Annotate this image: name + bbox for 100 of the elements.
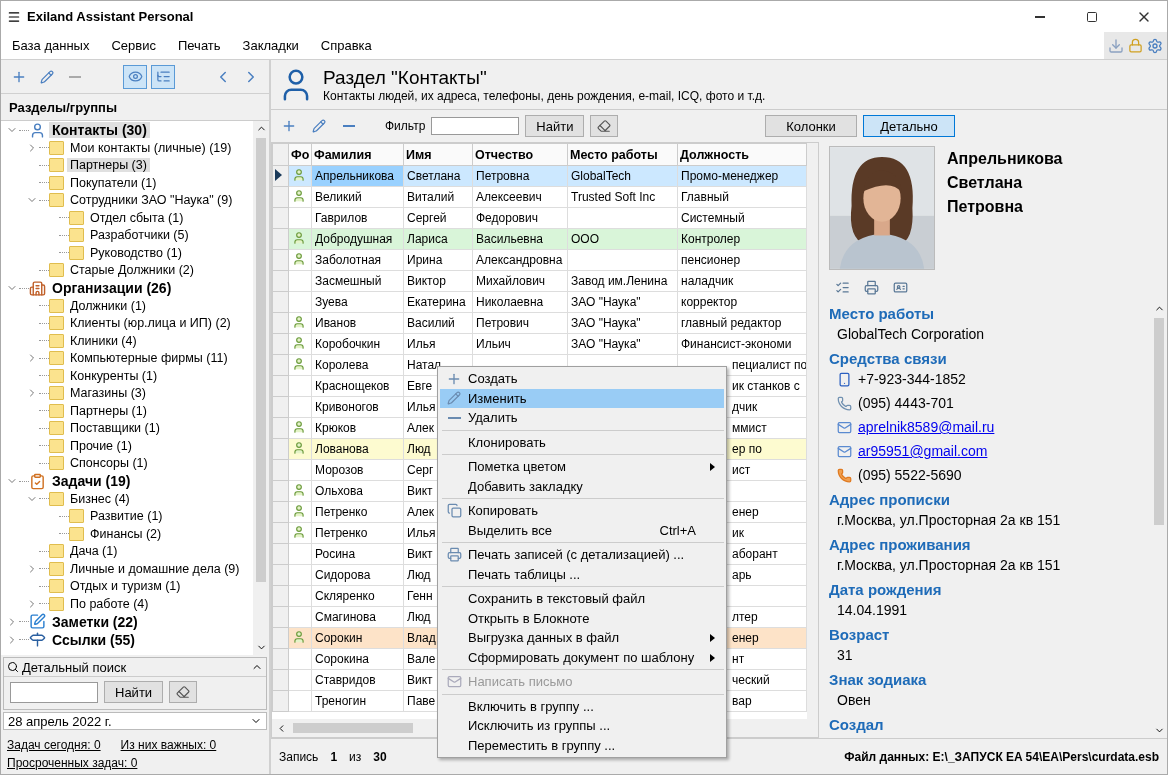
- table-cell: Ставридов: [311, 669, 404, 691]
- table-row[interactable]: Апрельникова Светлана Петровна GlobalTech Промо-менеджер: [272, 165, 807, 187]
- filter-field[interactable]: [431, 117, 520, 135]
- column-header[interactable]: Имя: [403, 143, 473, 166]
- tree-item[interactable]: Покупатели (1): [67, 175, 160, 190]
- tree-item[interactable]: Разработчики (5): [87, 228, 192, 243]
- scrollbar[interactable]: [253, 121, 269, 655]
- field-value: Овен: [837, 692, 871, 708]
- table-row[interactable]: Гаврилов Сергей Федорович Системный: [272, 207, 807, 229]
- tree-item[interactable]: Конкуренты (1): [67, 368, 161, 383]
- view-button[interactable]: Детально: [863, 115, 955, 137]
- tree-item[interactable]: Отдел сбыта (1): [87, 210, 187, 225]
- menu-item[interactable]: Сервис: [100, 38, 167, 53]
- email-link[interactable]: ar95951@gmail.com: [858, 443, 988, 459]
- table-cell: Петрович: [472, 312, 568, 334]
- tree-item[interactable]: Партнеры (1): [67, 403, 150, 418]
- view-button[interactable]: Колонки: [765, 115, 857, 137]
- settings-icon[interactable]: [1147, 37, 1163, 54]
- table-cell: Смагинова: [311, 606, 404, 628]
- menu-item[interactable]: Клонировать: [440, 432, 724, 452]
- menu-item[interactable]: Переместить в группу ...: [440, 735, 724, 755]
- data-file-path: Файл данных: E:\_ЗАПУСК EA 54\EA\Pers\curdata.esb: [844, 749, 1159, 764]
- tree-item[interactable]: По работе (4): [67, 596, 152, 611]
- minus-icon: [447, 416, 461, 419]
- eye-toggle[interactable]: [123, 64, 147, 89]
- tree-item[interactable]: Организации (26): [49, 280, 175, 296]
- column-header[interactable]: Фамилия: [311, 143, 404, 166]
- table-cell: Михайлович: [472, 270, 568, 292]
- column-header[interactable]: Место работы: [567, 143, 678, 166]
- search-field[interactable]: [10, 681, 98, 703]
- tree-item[interactable]: Руководство (1): [87, 245, 185, 260]
- card-icon[interactable]: [893, 280, 908, 295]
- table-cell: Сидорова: [311, 564, 404, 586]
- tree-toggle[interactable]: [151, 64, 175, 89]
- section-title: Раздел "Контакты": [323, 66, 488, 89]
- find-button[interactable]: Найти: [525, 115, 585, 137]
- table-cell: Сорокин: [311, 627, 404, 649]
- table-row[interactable]: Засмешный Виктор Михайлович Завод им.Ленина наладчик: [272, 270, 807, 292]
- table-row[interactable]: Великий Виталий Алексеевич Trusted Soft Inc Главный: [272, 186, 807, 208]
- table-row[interactable]: Зуева Екатерина Николаевна ЗАО "Наука" корректор: [272, 291, 807, 313]
- tree-item[interactable]: Старые Должники (2): [67, 263, 197, 278]
- tree-item[interactable]: Прочие (1): [67, 438, 135, 453]
- menu-item[interactable]: Изменить: [440, 388, 724, 408]
- menu-item[interactable]: Печать: [166, 38, 232, 53]
- task-link[interactable]: Просроченных задач: 0: [7, 756, 138, 770]
- clear-button[interactable]: [169, 681, 198, 703]
- folder-icon: [49, 158, 64, 173]
- tree-item[interactable]: Дача (1): [67, 544, 121, 559]
- tree-item[interactable]: Клиенты (юр.лица и ИП) (2): [67, 316, 234, 331]
- tree-item[interactable]: Сотрудники ЗАО "Наука" (9): [67, 193, 236, 208]
- scrollbar[interactable]: [807, 143, 818, 719]
- tree-item[interactable]: Задачи (19): [49, 473, 134, 489]
- tree-item[interactable]: Компьютерные фирмы (11): [67, 351, 231, 366]
- column-header[interactable]: Фо: [288, 143, 312, 166]
- tree-item[interactable]: Партнеры (3): [67, 158, 150, 173]
- folder-icon: [49, 175, 64, 190]
- phone-icon: [837, 467, 852, 483]
- table-cell: Александровна: [472, 249, 568, 271]
- tree-item[interactable]: Магазины (3): [67, 386, 149, 401]
- table-row[interactable]: Добродушная Лариса Васильевна ООО Контролер: [272, 228, 807, 250]
- tree-item[interactable]: Спонсоры (1): [67, 456, 151, 471]
- menu-item[interactable]: Закладки: [231, 38, 310, 53]
- clear-button[interactable]: [590, 115, 619, 137]
- tree-item[interactable]: Бизнес (4): [67, 491, 133, 506]
- menu-icon[interactable]: [7, 9, 21, 24]
- email-link[interactable]: aprelnik8589@mail.ru: [858, 419, 995, 435]
- search-icon: [7, 661, 19, 673]
- table-cell: ЗАО "Наука": [567, 333, 678, 355]
- tree-item[interactable]: Ссылки (55): [49, 631, 138, 648]
- tree-item[interactable]: Мои контакты (личные) (19): [67, 140, 235, 155]
- find-button[interactable]: Найти: [104, 681, 164, 703]
- menu-item[interactable]: Печать записей (с детализацией) ...: [440, 545, 724, 565]
- table-row[interactable]: Иванов Василий Петрович ЗАО "Наука" главный редактор: [272, 312, 807, 334]
- tree-item[interactable]: Заметки (22): [49, 613, 141, 630]
- lock-icon[interactable]: [1128, 38, 1143, 53]
- tree-item[interactable]: Развитие (1): [87, 509, 166, 524]
- menu-item[interactable]: База данных: [1, 38, 101, 53]
- checklist-icon[interactable]: [835, 280, 850, 295]
- menu-item[interactable]: Копировать: [440, 501, 724, 521]
- tree-item[interactable]: Поставщики (1): [67, 421, 163, 436]
- table-cell: корректор: [677, 291, 807, 313]
- tree-item[interactable]: Финансы (2): [87, 526, 165, 541]
- column-header[interactable]: Отчество: [472, 143, 568, 166]
- tree-item[interactable]: Личные и домашние дела (9): [67, 561, 243, 576]
- table-row[interactable]: Заболотная Ирина Александровна пенсионер: [272, 249, 807, 271]
- menu-item[interactable]: Справка: [309, 38, 383, 53]
- table-cell: Васильевна: [472, 228, 568, 250]
- tree-item[interactable]: Клиники (4): [67, 333, 140, 348]
- table-cell: Росина: [311, 543, 404, 565]
- tree-item[interactable]: Отдых и туризм (1): [67, 579, 184, 594]
- date-dropdown[interactable]: 28 апрель 2022 г.: [3, 712, 267, 730]
- task-link[interactable]: Из них важных: 0: [120, 738, 217, 752]
- table-row[interactable]: Коробочкин Илья Ильич ЗАО "Наука" Финансист-экономи: [272, 333, 807, 355]
- menu-item[interactable]: Исключить из группы ...: [440, 716, 724, 736]
- download-icon[interactable]: [1108, 37, 1124, 54]
- column-header[interactable]: Должность: [677, 143, 807, 166]
- printer-icon[interactable]: [864, 280, 879, 295]
- task-link[interactable]: Задач сегодня: 0: [7, 738, 101, 752]
- tree-item[interactable]: Должники (1): [67, 298, 150, 313]
- tree-item[interactable]: Контакты (30): [49, 122, 150, 138]
